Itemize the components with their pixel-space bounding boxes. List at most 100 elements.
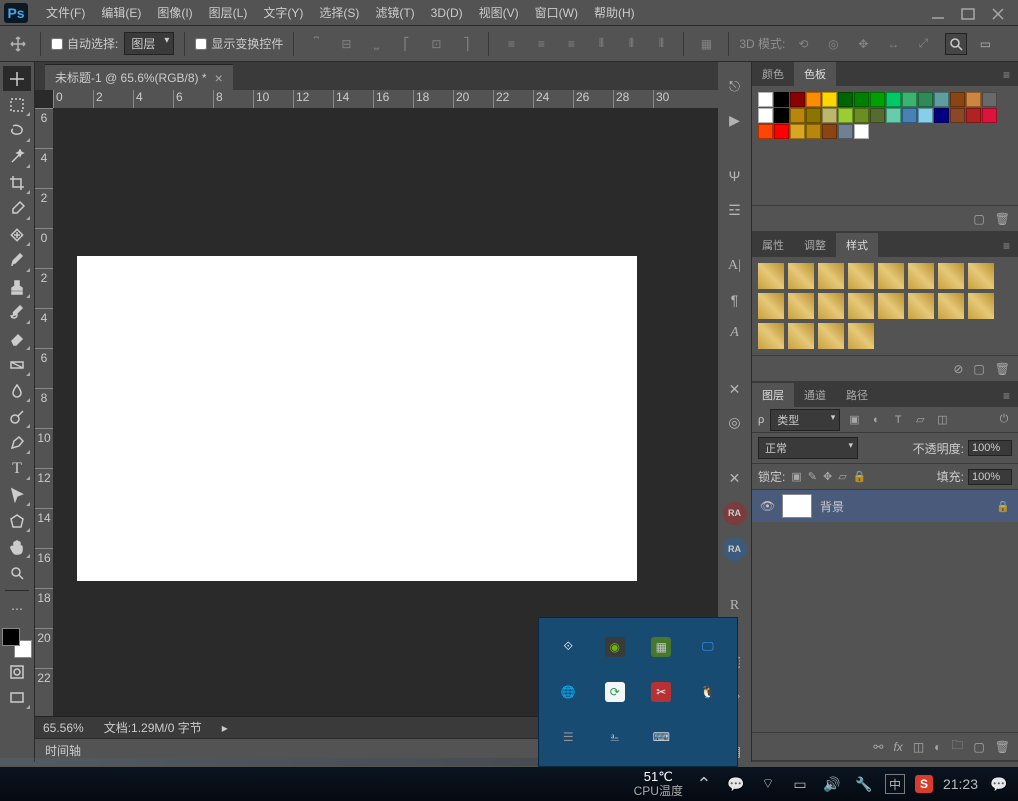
history-brush-tool[interactable]: [3, 300, 31, 325]
swatch[interactable]: [902, 92, 917, 107]
style-swatch[interactable]: [878, 293, 904, 319]
close-tab-icon[interactable]: ×: [215, 70, 223, 86]
align-left-icon[interactable]: ⎡: [394, 32, 418, 56]
swatch[interactable]: [950, 92, 965, 107]
distribute-vcenter-icon[interactable]: ≡: [529, 32, 553, 56]
swatch[interactable]: [758, 124, 773, 139]
swatch[interactable]: [838, 124, 853, 139]
ra-badge-1[interactable]: RA: [723, 502, 747, 526]
keyboard-icon[interactable]: ⌨: [651, 727, 671, 747]
scissors-icon[interactable]: ✂: [651, 682, 671, 702]
layers-tab[interactable]: 图层: [752, 383, 794, 407]
swatch[interactable]: [758, 108, 773, 123]
search-icon[interactable]: [945, 33, 967, 55]
timeline-label[interactable]: 时间轴: [45, 742, 81, 759]
color-picker[interactable]: [2, 628, 32, 658]
lock-all-icon[interactable]: 🔒: [853, 470, 867, 483]
swatch[interactable]: [918, 92, 933, 107]
navigator-panel-icon[interactable]: ◎: [724, 412, 746, 434]
style-swatch[interactable]: [758, 293, 784, 319]
swatch[interactable]: [854, 124, 869, 139]
3d-scale-icon[interactable]: ⤢: [911, 32, 935, 56]
brushes-panel-icon[interactable]: Ψ: [724, 166, 746, 188]
swatches-menu-icon[interactable]: ≡: [995, 64, 1018, 86]
swatch[interactable]: [966, 108, 981, 123]
wifi-icon[interactable]: ⌔: [757, 773, 779, 795]
new-style-icon[interactable]: ▢: [973, 362, 984, 376]
menu-图像I[interactable]: 图像(I): [149, 0, 200, 26]
new-swatch-icon[interactable]: ▢: [973, 212, 984, 226]
history-panel-icon[interactable]: ⎋: [724, 76, 746, 98]
notifications-icon[interactable]: 💬: [988, 773, 1010, 795]
r-pro-icon[interactable]: R: [724, 595, 746, 617]
style-swatch[interactable]: [818, 293, 844, 319]
no-style-icon[interactable]: ⊘: [953, 362, 963, 376]
menu-文字Y[interactable]: 文字(Y): [255, 0, 311, 26]
document-tab[interactable]: 未标题-1 @ 65.6%(RGB/8) * ×: [45, 64, 233, 90]
menu-窗口W[interactable]: 窗口(W): [527, 0, 586, 26]
swatch[interactable]: [774, 124, 789, 139]
menu-图层L[interactable]: 图层(L): [201, 0, 256, 26]
swatch[interactable]: [806, 92, 821, 107]
style-swatch[interactable]: [788, 263, 814, 289]
3d-pan-icon[interactable]: ✥: [851, 32, 875, 56]
style-swatch[interactable]: [848, 293, 874, 319]
channels-tab[interactable]: 通道: [794, 383, 836, 407]
align-hcenter-icon[interactable]: ⊡: [424, 32, 448, 56]
opacity-input[interactable]: 100%: [968, 440, 1012, 456]
3d-slide-icon[interactable]: ↔: [881, 32, 905, 56]
path-selection-tool[interactable]: [3, 482, 31, 507]
filter-type-icon[interactable]: T: [890, 412, 906, 428]
swatch[interactable]: [822, 124, 837, 139]
doc-info[interactable]: 文档:1.29M/0 字节: [104, 719, 202, 736]
edit-toolbar[interactable]: ⋯: [3, 596, 31, 621]
distribute-right-icon[interactable]: ⦀: [649, 32, 673, 56]
style-swatch[interactable]: [818, 263, 844, 289]
swatch[interactable]: [886, 92, 901, 107]
swatch[interactable]: [822, 108, 837, 123]
zoom-readout[interactable]: 65.56%: [43, 721, 84, 735]
style-swatch[interactable]: [758, 323, 784, 349]
eyedropper-tool[interactable]: [3, 196, 31, 221]
paths-tab[interactable]: 路径: [836, 383, 878, 407]
ime-indicator[interactable]: 中: [885, 774, 905, 794]
layer-filter-select[interactable]: 类型: [770, 409, 840, 431]
info-panel-icon[interactable]: ✕: [724, 378, 746, 400]
marquee-tool[interactable]: [3, 92, 31, 117]
fill-input[interactable]: 100%: [968, 469, 1012, 485]
align-vcenter-icon[interactable]: ⊟: [334, 32, 358, 56]
nvidia-icon[interactable]: ◉: [605, 637, 625, 657]
menu-帮助H[interactable]: 帮助(H): [586, 0, 643, 26]
menu-编辑E[interactable]: 编辑(E): [93, 0, 149, 26]
lock-artboard-icon[interactable]: ▱: [838, 470, 846, 483]
workspace-switcher-icon[interactable]: ▭: [973, 32, 997, 56]
eraser-tool[interactable]: [3, 326, 31, 351]
swatch[interactable]: [966, 92, 981, 107]
layer-name[interactable]: 背景: [820, 498, 844, 515]
swatch[interactable]: [758, 92, 773, 107]
swatch[interactable]: [806, 124, 821, 139]
globe-icon[interactable]: 🌐: [558, 682, 578, 702]
auto-select-target[interactable]: 图层: [124, 32, 174, 55]
style-swatch[interactable]: [788, 293, 814, 319]
dodge-tool[interactable]: [3, 404, 31, 429]
menu-选择S[interactable]: 选择(S): [311, 0, 367, 26]
actions-panel-icon[interactable]: ▶: [724, 110, 746, 132]
swatch[interactable]: [982, 92, 997, 107]
adjustment-layer-icon[interactable]: ◐: [934, 740, 941, 754]
crop-tool[interactable]: [3, 170, 31, 195]
delete-layer-icon[interactable]: 🗑: [995, 740, 1010, 754]
swatch[interactable]: [934, 108, 949, 123]
swatch[interactable]: [854, 108, 869, 123]
style-swatch[interactable]: [938, 263, 964, 289]
menu-滤镜T[interactable]: 滤镜(T): [367, 0, 422, 26]
delete-swatch-icon[interactable]: 🗑: [995, 212, 1010, 226]
swatch[interactable]: [854, 92, 869, 107]
link-layers-icon[interactable]: ⚯: [873, 740, 883, 754]
style-swatch[interactable]: [848, 323, 874, 349]
move-tool[interactable]: [3, 66, 31, 91]
auto-align-icon[interactable]: ▦: [694, 32, 718, 56]
hand-tool[interactable]: [3, 534, 31, 559]
close-button[interactable]: [990, 6, 1006, 20]
layer-group-icon[interactable]: 🗀: [951, 736, 963, 757]
